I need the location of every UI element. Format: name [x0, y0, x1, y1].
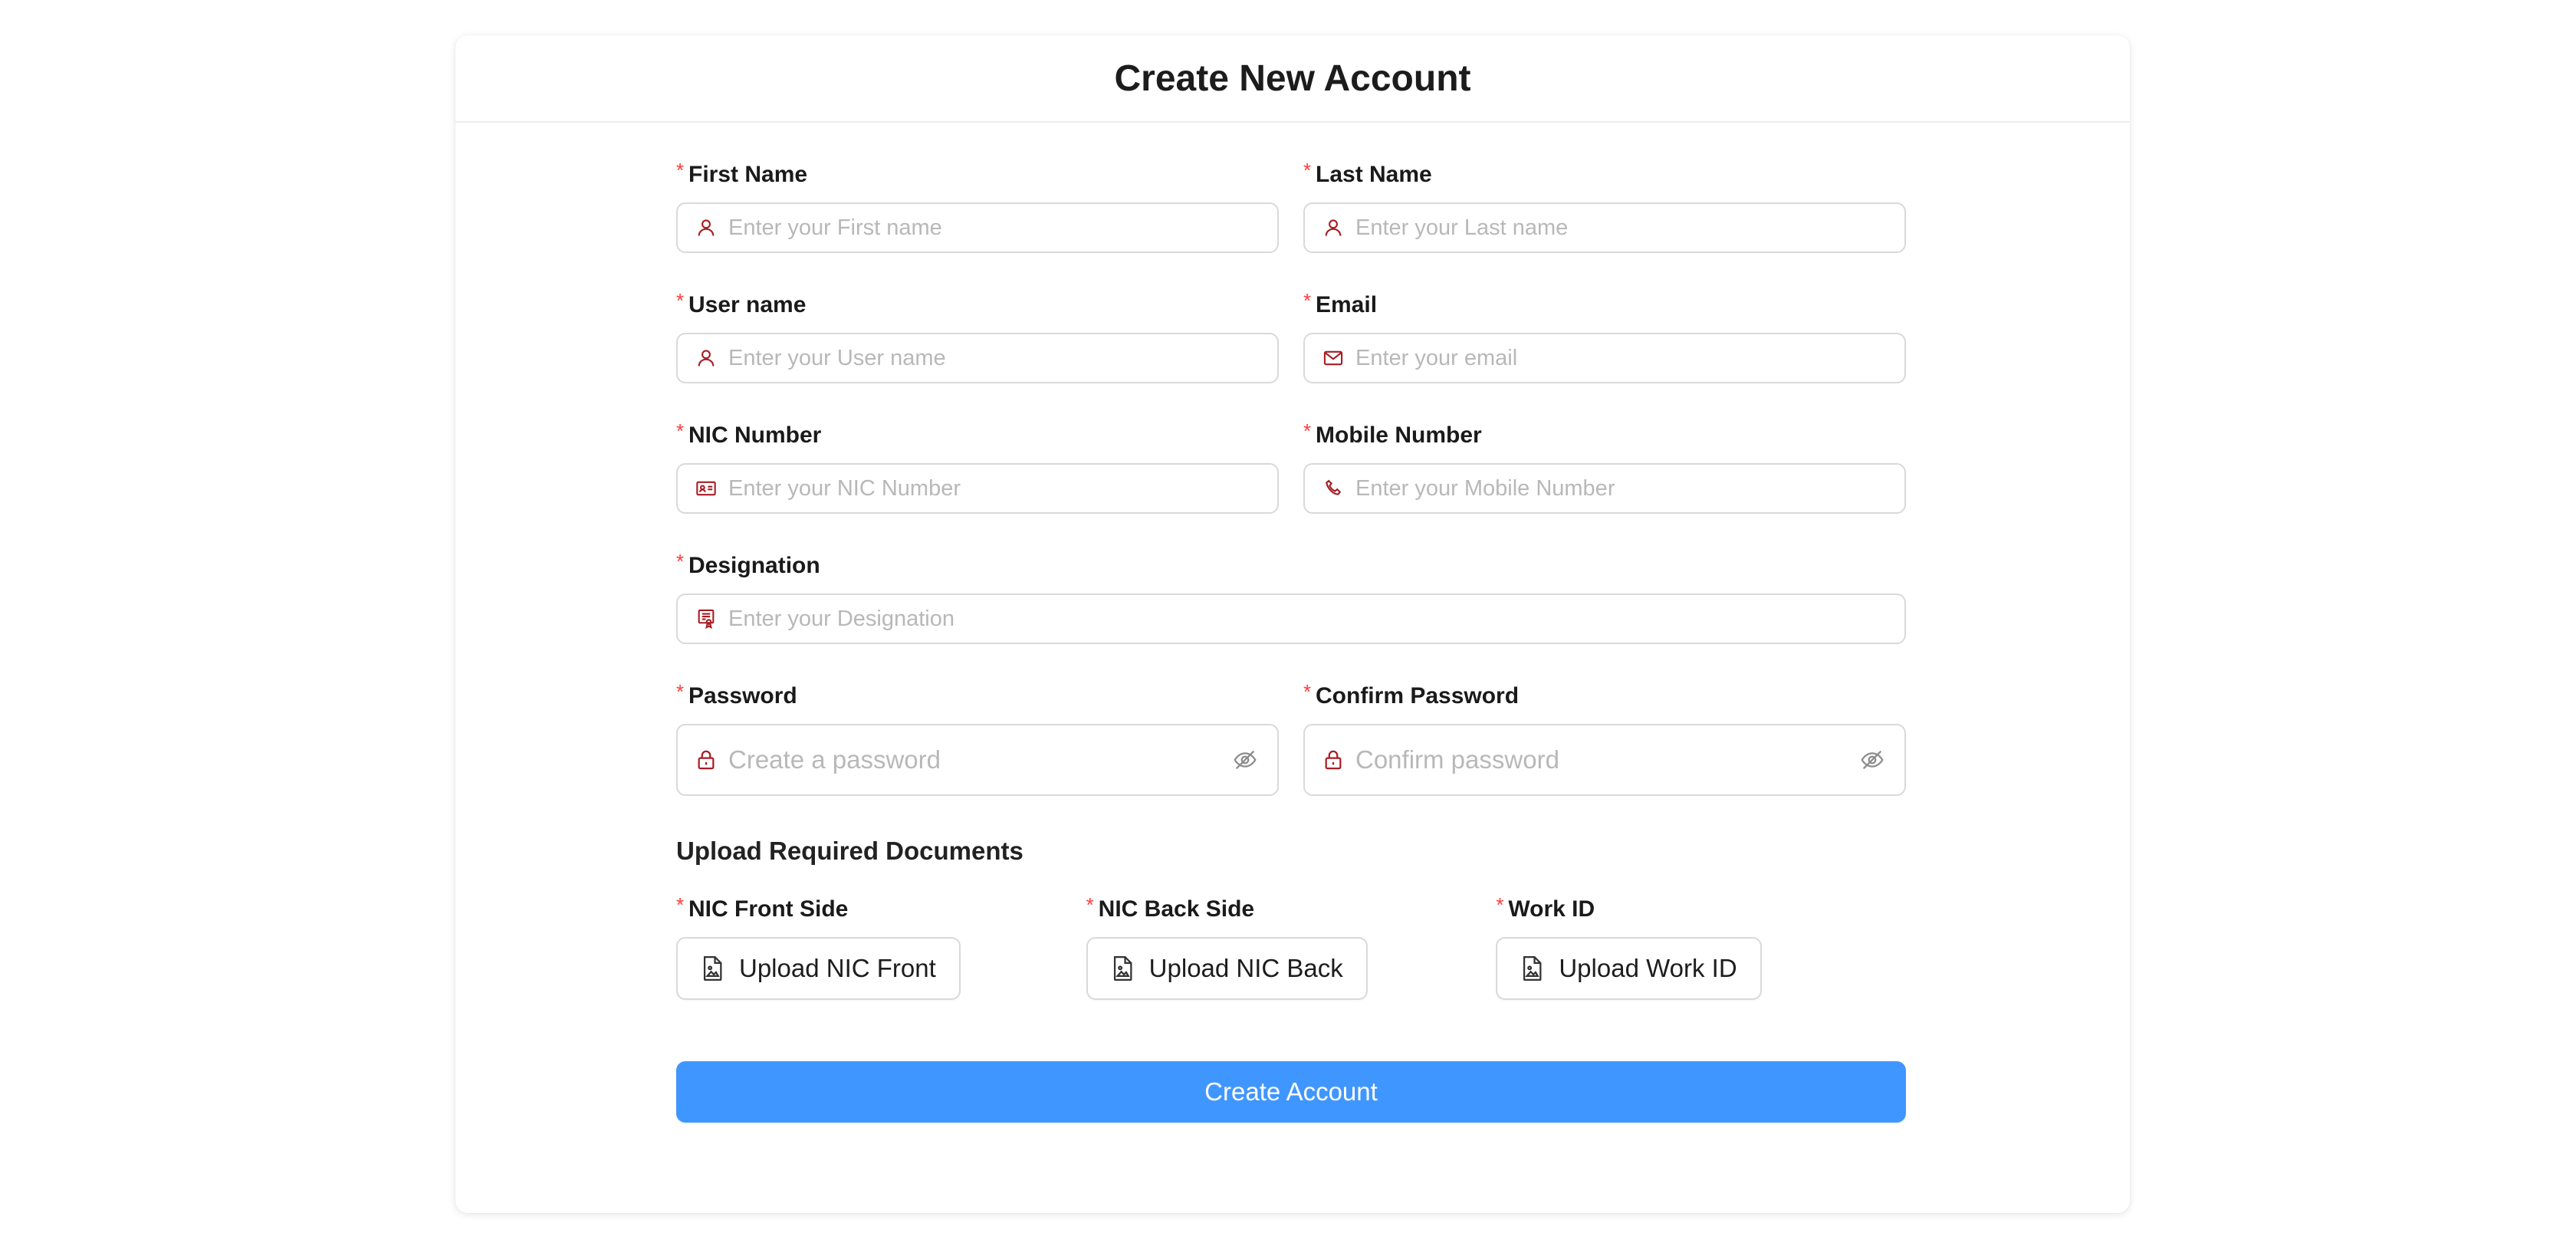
user-name-input-wrap[interactable]: [676, 333, 1279, 383]
password-field: * Password: [676, 680, 1279, 796]
required-marker: *: [1303, 159, 1312, 182]
mobile-number-input[interactable]: [1355, 475, 1886, 501]
confirm-password-label-wrap: * Confirm Password: [1303, 680, 1906, 712]
work-id-label-wrap: * Work ID: [1496, 893, 1906, 925]
nic-front-label-wrap: * NIC Front Side: [676, 893, 1086, 925]
file-image-icon: [1113, 955, 1132, 981]
documents-row: * NIC Front Side Upload NIC Front * NIC …: [676, 893, 1906, 1000]
required-marker: *: [1303, 289, 1312, 312]
file-image-icon: [703, 955, 722, 981]
upload-nic-front-button[interactable]: Upload NIC Front: [676, 937, 961, 1000]
required-marker: *: [676, 159, 685, 182]
nic-back-label: NIC Back Side: [1098, 896, 1255, 922]
documents-title: Upload Required Documents: [676, 837, 1024, 865]
eye-invisible-icon[interactable]: [1858, 746, 1886, 774]
page-title: Create New Account: [1114, 58, 1471, 99]
nic-number-field: * NIC Number: [676, 419, 1279, 514]
required-marker: *: [1086, 893, 1094, 916]
id-card-icon: [695, 477, 718, 500]
required-marker: *: [1303, 680, 1312, 703]
certificate-icon: [695, 607, 718, 630]
nic-number-input[interactable]: [728, 475, 1259, 501]
nic-front-label: NIC Front Side: [688, 896, 849, 922]
user-name-input[interactable]: [728, 345, 1259, 371]
email-label-wrap: * Email: [1303, 289, 1906, 321]
nic-back-label-wrap: * NIC Back Side: [1086, 893, 1497, 925]
signup-card: Create New Account * First Name *: [455, 35, 2130, 1213]
nic-number-input-wrap[interactable]: [676, 463, 1279, 514]
designation-field: * Designation: [676, 550, 1906, 644]
required-marker: *: [676, 419, 685, 442]
confirm-password-input-wrap[interactable]: [1303, 724, 1906, 796]
account-row: * User name * Email: [676, 289, 1906, 383]
designation-input[interactable]: [728, 606, 1886, 632]
user-name-field: * User name: [676, 289, 1279, 383]
password-label: Password: [688, 683, 797, 709]
name-row: * First Name * Last Name: [676, 159, 1906, 253]
confirm-password-field: * Confirm Password: [1303, 680, 1906, 796]
nic-back-upload: * NIC Back Side Upload NIC Back: [1086, 893, 1497, 1000]
nic-number-label-wrap: * NIC Number: [676, 419, 1279, 451]
password-row: * Password * Confirm Password: [676, 680, 1906, 796]
nic-front-upload: * NIC Front Side Upload NIC Front: [676, 893, 1086, 1000]
upload-work-id-button[interactable]: Upload Work ID: [1496, 937, 1762, 1000]
last-name-input-wrap[interactable]: [1303, 202, 1906, 253]
email-label: Email: [1316, 292, 1378, 317]
first-name-input-wrap[interactable]: [676, 202, 1279, 253]
work-id-label: Work ID: [1508, 896, 1595, 922]
mobile-number-label-wrap: * Mobile Number: [1303, 419, 1906, 451]
mobile-number-label: Mobile Number: [1316, 423, 1482, 448]
mail-icon: [1322, 347, 1345, 370]
first-name-label: First Name: [688, 162, 808, 187]
designation-label: Designation: [688, 553, 820, 578]
required-marker: *: [676, 680, 685, 703]
eye-invisible-icon[interactable]: [1231, 746, 1259, 774]
password-input[interactable]: [728, 745, 1231, 774]
first-name-label-wrap: * First Name: [676, 159, 1279, 190]
phone-icon: [1322, 477, 1345, 500]
last-name-input[interactable]: [1355, 215, 1886, 241]
user-name-label: User name: [688, 292, 807, 317]
last-name-label-wrap: * Last Name: [1303, 159, 1906, 190]
first-name-field: * First Name: [676, 159, 1279, 253]
signup-form: * First Name * Last Name: [676, 123, 1906, 1123]
required-marker: *: [1496, 893, 1504, 916]
confirm-password-label: Confirm Password: [1316, 683, 1520, 709]
last-name-label: Last Name: [1316, 162, 1432, 187]
lock-icon: [695, 748, 718, 771]
required-marker: *: [676, 550, 685, 573]
work-id-upload: * Work ID Upload Work ID: [1496, 893, 1906, 1000]
card-header: Create New Account: [455, 35, 2130, 123]
lock-icon: [1322, 748, 1345, 771]
password-label-wrap: * Password: [676, 680, 1279, 712]
mobile-number-input-wrap[interactable]: [1303, 463, 1906, 514]
user-icon: [1322, 216, 1345, 239]
first-name-input[interactable]: [728, 215, 1259, 241]
contact-row: * NIC Number * Mobile Number: [676, 419, 1906, 514]
designation-row: * Designation: [676, 550, 1906, 644]
create-account-button[interactable]: Create Account: [676, 1061, 1906, 1123]
user-icon: [695, 216, 718, 239]
upload-nic-back-label: Upload NIC Back: [1148, 954, 1343, 982]
confirm-password-input[interactable]: [1355, 745, 1858, 774]
email-field: * Email: [1303, 289, 1906, 383]
required-marker: *: [1303, 419, 1312, 442]
upload-nic-front-label: Upload NIC Front: [739, 954, 936, 982]
upload-work-id-label: Upload Work ID: [1559, 954, 1737, 982]
upload-nic-back-button[interactable]: Upload NIC Back: [1086, 937, 1368, 1000]
designation-label-wrap: * Designation: [676, 550, 1906, 581]
required-marker: *: [676, 289, 685, 312]
nic-number-label: NIC Number: [688, 423, 822, 448]
last-name-field: * Last Name: [1303, 159, 1906, 253]
designation-input-wrap[interactable]: [676, 593, 1906, 644]
user-icon: [695, 347, 718, 370]
file-image-icon: [1523, 955, 1542, 981]
password-input-wrap[interactable]: [676, 724, 1279, 796]
required-marker: *: [676, 893, 685, 916]
email-input-wrap[interactable]: [1303, 333, 1906, 383]
email-input[interactable]: [1355, 345, 1886, 371]
user-name-label-wrap: * User name: [676, 289, 1279, 321]
mobile-number-field: * Mobile Number: [1303, 419, 1906, 514]
